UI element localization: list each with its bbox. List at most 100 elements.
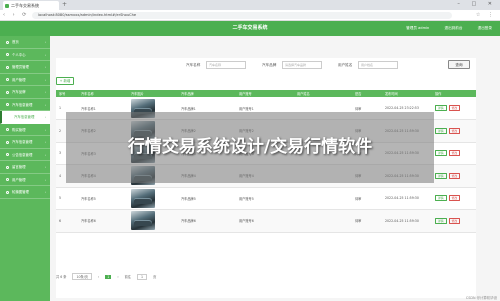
sidebar-item-label: 汽车信息管理 (14, 115, 35, 119)
search-bar: 汽车名称 汽车名称 汽车品牌 请选择汽车品牌 用户姓名 用户姓名 查询 (56, 60, 476, 71)
chevron-right-icon: › (44, 127, 46, 132)
page-size-select[interactable]: 10条/页 (72, 273, 92, 280)
new-tab-icon[interactable]: + (62, 1, 67, 9)
watermark: CSDN @计算机毕设 (465, 296, 497, 300)
cell-account: 用户账号5 (236, 187, 294, 210)
menu-dot-icon (6, 165, 9, 169)
cell-time: 2022-04-25 11:59:30 (382, 209, 432, 233)
menu-dot-icon (6, 103, 9, 106)
edit-button[interactable]: 修改 (448, 105, 461, 111)
sidebar-item[interactable]: 留言管理 › (0, 161, 50, 174)
sidebar-item-label: 用户管理 (12, 77, 26, 82)
edit-button[interactable]: 修改 (448, 127, 461, 134)
edit-button[interactable]: 修改 (448, 217, 461, 224)
search-label-user: 用户姓名 (338, 63, 353, 67)
user-label: 管理员 admin (406, 26, 430, 30)
cell-brand: 汽车品牌6 (178, 209, 236, 233)
cell-name: 汽车名称6 (78, 209, 128, 233)
menu-dot-icon (6, 140, 9, 144)
cell-actions: 详情 修改 (432, 164, 476, 188)
sidebar-item[interactable]: 汽车品牌 › (0, 86, 50, 99)
sidebar-item[interactable]: 汽车信息管理 › (0, 136, 50, 149)
nav-buttons[interactable]: ‹ › ⟳ (3, 12, 29, 18)
pager-goto-label: 前往 (124, 275, 131, 279)
cell-brand: 汽车品牌5 (178, 187, 236, 210)
search-button[interactable]: 查询 (448, 60, 470, 69)
sidebar-item-label: 用户管理 (12, 177, 26, 182)
menu-dot-icon (6, 90, 9, 94)
edit-button[interactable]: 修改 (448, 150, 461, 157)
browser-menu-icon[interactable]: ☆ ⋮ (476, 12, 496, 18)
sidebar-item[interactable]: 汽车信息管理 › (0, 99, 50, 111)
window-controls[interactable]: – □ ✕ (457, 1, 497, 7)
detail-button[interactable]: 详情 (435, 127, 447, 134)
sidebar-item[interactable]: 管理员管理 › (0, 61, 50, 74)
pager-prev[interactable]: ‹ (98, 275, 99, 279)
chevron-right-icon: › (44, 65, 46, 69)
chevron-right-icon: › (44, 165, 46, 169)
sidebar-item[interactable]: 轮播图管理 › (0, 186, 50, 199)
header-links: 管理员 admin 退出到前台 退出登录 (392, 21, 492, 36)
column-header: 是否 (352, 90, 382, 97)
cell-user (294, 209, 352, 233)
chevron-right-icon: › (44, 152, 46, 157)
cell-image (128, 187, 178, 210)
cell-image (128, 209, 178, 233)
pager-goto-input[interactable]: 1 (137, 274, 148, 280)
column-header: 汽车名称 (78, 90, 128, 97)
cell-time: 2022-04-25 11:59:30 (382, 187, 432, 210)
cell-account: 用户账号6 (236, 209, 294, 233)
column-header: 序号 (56, 90, 78, 97)
car-thumbnail[interactable] (131, 211, 155, 231)
sidebar-item[interactable]: 首页 › (0, 36, 50, 49)
sidebar-item-label: 公告信息管理 (12, 152, 33, 157)
detail-button[interactable]: 详情 (435, 150, 447, 157)
browser-tab[interactable]: 二手车交易系统 (3, 1, 59, 10)
sidebar-item[interactable]: 购买管理 › (0, 124, 50, 136)
pagination: 共 6 条 10条/页 ‹ 1 › 前往 1 页 (56, 273, 476, 280)
logout-link[interactable]: 退出登录 (478, 26, 492, 30)
edit-button[interactable]: 修改 (448, 195, 461, 202)
pager-goto-suffix: 页 (153, 275, 157, 279)
sidebar-item[interactable]: 用户管理 › (0, 174, 50, 186)
menu-dot-icon (6, 153, 9, 156)
sidebar-item-label: 首页 (12, 40, 19, 44)
search-brand-select[interactable]: 请选择汽车品牌 (282, 61, 322, 69)
menu-dot-icon (6, 40, 9, 44)
menu-dot-icon (6, 78, 9, 81)
menu-dot-icon (6, 128, 9, 131)
favicon-icon (5, 4, 9, 8)
detail-button[interactable]: 详情 (435, 195, 447, 202)
tab-title: 二手车交易系统 (11, 3, 39, 8)
table-header-row: 序号 汽车名称 汽车图片 汽车品牌 用户账号 用户姓名 是否 发布时间 操作 (56, 90, 476, 97)
cell-flag: 待审 (352, 187, 382, 210)
cell-user (294, 187, 352, 210)
chevron-right-icon: › (44, 140, 46, 144)
cell-no: 5 (56, 187, 78, 210)
chevron-right-icon: › (44, 90, 46, 94)
sidebar-item[interactable]: 个人中心 › (0, 49, 50, 61)
detail-button[interactable]: 详情 (435, 172, 447, 179)
front-link[interactable]: 退出到前台 (445, 26, 463, 30)
tab-bar: 二手车交易系统 + – □ ✕ (0, 0, 500, 10)
app-header: 二手车交易系统 管理员 admin 退出到前台 退出登录 (0, 21, 500, 36)
add-button[interactable]: + 新增 (56, 77, 74, 85)
menu-dot-icon (6, 53, 9, 56)
url-input[interactable]: localhost:8080/ssmxxx/admin/index.html#/… (32, 12, 452, 19)
sidebar-item[interactable]: 用户管理 › (0, 74, 50, 86)
cell-no: 6 (56, 209, 78, 233)
cell-actions: 详情 修改 (432, 187, 476, 210)
edit-button[interactable]: 修改 (448, 172, 461, 179)
sidebar-item[interactable]: 汽车信息管理 › (0, 111, 50, 124)
search-user-input[interactable]: 用户姓名 (358, 61, 398, 69)
pager-current[interactable]: 1 (105, 275, 112, 279)
sidebar-item-label: 汽车信息管理 (12, 140, 33, 144)
detail-button[interactable]: 详情 (435, 217, 447, 224)
column-header: 用户账号 (236, 90, 294, 97)
car-thumbnail[interactable] (131, 188, 155, 208)
search-name-input[interactable]: 汽车名称 (206, 61, 246, 69)
chevron-right-icon: › (44, 177, 46, 182)
pager-next[interactable]: › (117, 275, 118, 279)
sidebar-item[interactable]: 公告信息管理 › (0, 149, 50, 161)
detail-button[interactable]: 详情 (435, 105, 447, 111)
